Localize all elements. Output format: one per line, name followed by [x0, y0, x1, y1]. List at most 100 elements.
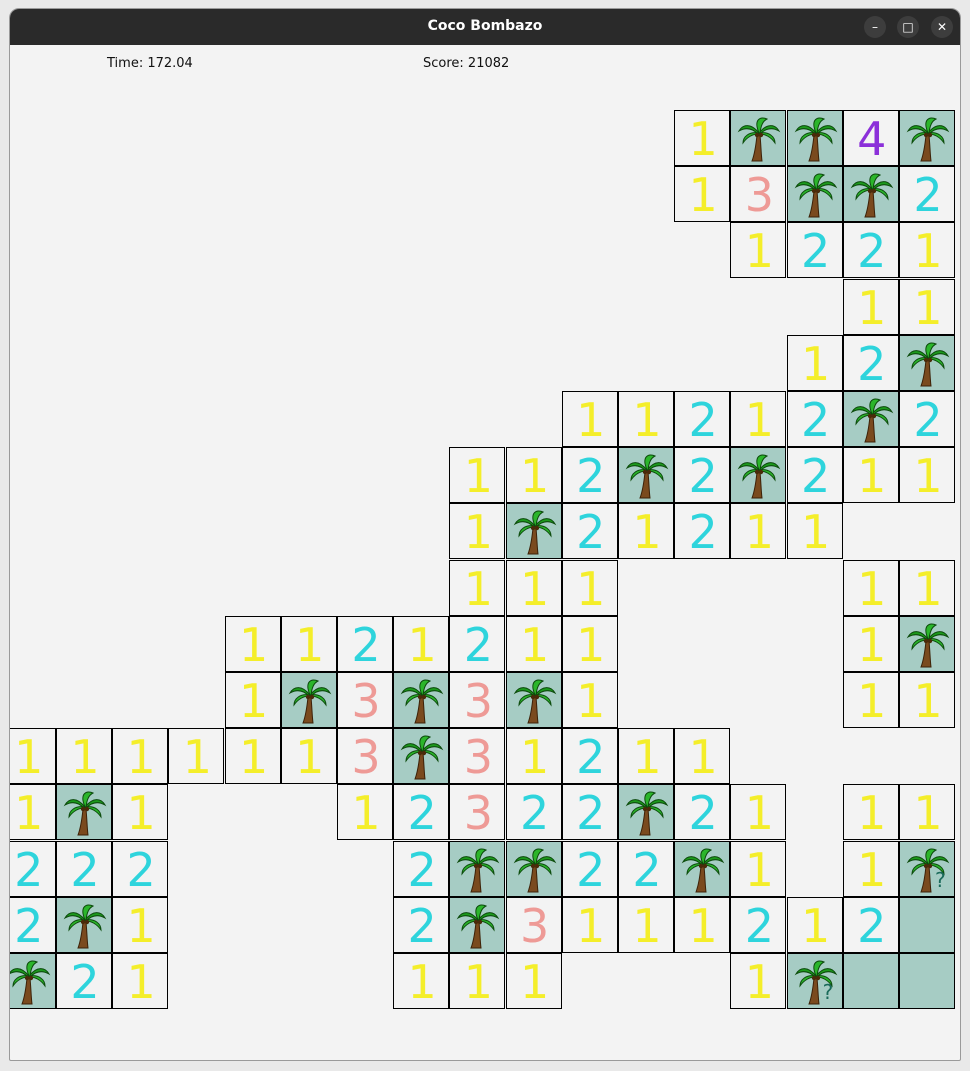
number-cell[interactable]: 1	[618, 896, 674, 953]
number-cell[interactable]: 2	[561, 503, 618, 560]
number-cell[interactable]: 2	[10, 840, 56, 897]
number-cell[interactable]: 1	[842, 840, 899, 897]
palm-cell[interactable]	[899, 334, 955, 391]
number-cell[interactable]: 1	[786, 896, 843, 953]
number-cell[interactable]: 1	[674, 728, 731, 785]
number-cell[interactable]: 1	[730, 391, 787, 447]
palm-cell[interactable]	[899, 615, 955, 672]
number-cell[interactable]: 1	[505, 447, 562, 504]
number-cell[interactable]: 1	[112, 953, 169, 1009]
number-cell[interactable]: 1	[56, 728, 112, 785]
number-cell[interactable]: 1	[224, 615, 281, 672]
covered-cell[interactable]	[842, 953, 899, 1009]
number-cell[interactable]: 2	[618, 840, 674, 897]
minimize-button[interactable]: –	[864, 16, 886, 38]
number-cell[interactable]: 1	[561, 559, 618, 616]
number-cell[interactable]: 3	[449, 672, 506, 728]
maximize-button[interactable]: □	[897, 16, 919, 38]
palm-cell[interactable]	[674, 840, 731, 897]
number-cell[interactable]: 1	[899, 447, 955, 504]
number-cell[interactable]: 2	[899, 166, 955, 223]
number-cell[interactable]: 1	[168, 728, 225, 785]
number-cell[interactable]: 2	[393, 896, 450, 953]
number-cell[interactable]: 1	[561, 391, 618, 447]
palm-cell[interactable]	[618, 447, 674, 504]
number-cell[interactable]: 1	[899, 672, 955, 728]
number-cell[interactable]: 1	[899, 222, 955, 279]
number-cell[interactable]: 1	[674, 166, 731, 223]
number-cell[interactable]: 1	[337, 784, 393, 841]
number-cell[interactable]: 3	[337, 728, 393, 785]
number-cell[interactable]: 1	[730, 784, 787, 841]
number-cell[interactable]: 1	[393, 615, 450, 672]
number-cell[interactable]: 2	[561, 840, 618, 897]
number-cell[interactable]: 2	[505, 784, 562, 841]
palm-cell[interactable]: ?	[786, 953, 843, 1009]
number-cell[interactable]: 1	[112, 728, 169, 785]
number-cell[interactable]: 1	[730, 222, 787, 279]
number-cell[interactable]: 1	[618, 728, 674, 785]
number-cell[interactable]: 1	[899, 784, 955, 841]
palm-cell[interactable]	[505, 503, 562, 560]
number-cell[interactable]: 1	[280, 728, 337, 785]
covered-cell[interactable]	[899, 896, 955, 953]
palm-cell[interactable]	[786, 110, 843, 166]
number-cell[interactable]: 1	[393, 953, 450, 1009]
number-cell[interactable]: 2	[674, 784, 731, 841]
number-cell[interactable]: 3	[730, 166, 787, 223]
number-cell[interactable]: 2	[674, 503, 731, 560]
number-cell[interactable]: 2	[561, 784, 618, 841]
palm-cell[interactable]	[842, 391, 899, 447]
number-cell[interactable]: 1	[730, 840, 787, 897]
palm-cell[interactable]	[505, 672, 562, 728]
number-cell[interactable]: 1	[112, 784, 169, 841]
number-cell[interactable]: 1	[112, 896, 169, 953]
number-cell[interactable]: 1	[224, 728, 281, 785]
number-cell[interactable]: 1	[561, 672, 618, 728]
palm-cell[interactable]	[393, 672, 450, 728]
number-cell[interactable]: 1	[674, 110, 731, 166]
number-cell[interactable]: 3	[505, 896, 562, 953]
number-cell[interactable]: 2	[899, 391, 955, 447]
number-cell[interactable]: 2	[842, 896, 899, 953]
palm-cell[interactable]	[505, 840, 562, 897]
number-cell[interactable]: 1	[224, 672, 281, 728]
number-cell[interactable]: 1	[730, 953, 787, 1009]
number-cell[interactable]: 2	[56, 953, 112, 1009]
number-cell[interactable]: 2	[674, 447, 731, 504]
number-cell[interactable]: 2	[786, 391, 843, 447]
palm-cell[interactable]	[393, 728, 450, 785]
number-cell[interactable]: 1	[505, 559, 562, 616]
number-cell[interactable]: 3	[449, 784, 506, 841]
number-cell[interactable]: 1	[899, 559, 955, 616]
number-cell[interactable]: 2	[561, 728, 618, 785]
number-cell[interactable]: 1	[899, 278, 955, 335]
number-cell[interactable]: 1	[618, 503, 674, 560]
number-cell[interactable]: 1	[618, 391, 674, 447]
number-cell[interactable]: 2	[56, 840, 112, 897]
number-cell[interactable]: 2	[112, 840, 169, 897]
number-cell[interactable]: 3	[449, 728, 506, 785]
number-cell[interactable]: 1	[449, 503, 506, 560]
number-cell[interactable]: 1	[505, 615, 562, 672]
number-cell[interactable]: 1	[842, 447, 899, 504]
palm-cell[interactable]	[730, 110, 787, 166]
number-cell[interactable]: 2	[730, 896, 787, 953]
palm-cell[interactable]	[786, 166, 843, 223]
number-cell[interactable]: 1	[786, 334, 843, 391]
palm-cell[interactable]	[449, 896, 506, 953]
number-cell[interactable]: 1	[505, 728, 562, 785]
number-cell[interactable]: 2	[337, 615, 393, 672]
number-cell[interactable]: 1	[449, 447, 506, 504]
number-cell[interactable]: 4	[842, 110, 899, 166]
number-cell[interactable]: 2	[786, 447, 843, 504]
number-cell[interactable]: 2	[393, 840, 450, 897]
covered-cell[interactable]	[899, 953, 955, 1009]
palm-cell[interactable]	[899, 110, 955, 166]
number-cell[interactable]: 2	[842, 222, 899, 279]
palm-cell[interactable]: ?	[899, 840, 955, 897]
palm-cell[interactable]	[280, 672, 337, 728]
number-cell[interactable]: 1	[842, 559, 899, 616]
palm-cell[interactable]	[730, 447, 787, 504]
palm-cell[interactable]	[618, 784, 674, 841]
